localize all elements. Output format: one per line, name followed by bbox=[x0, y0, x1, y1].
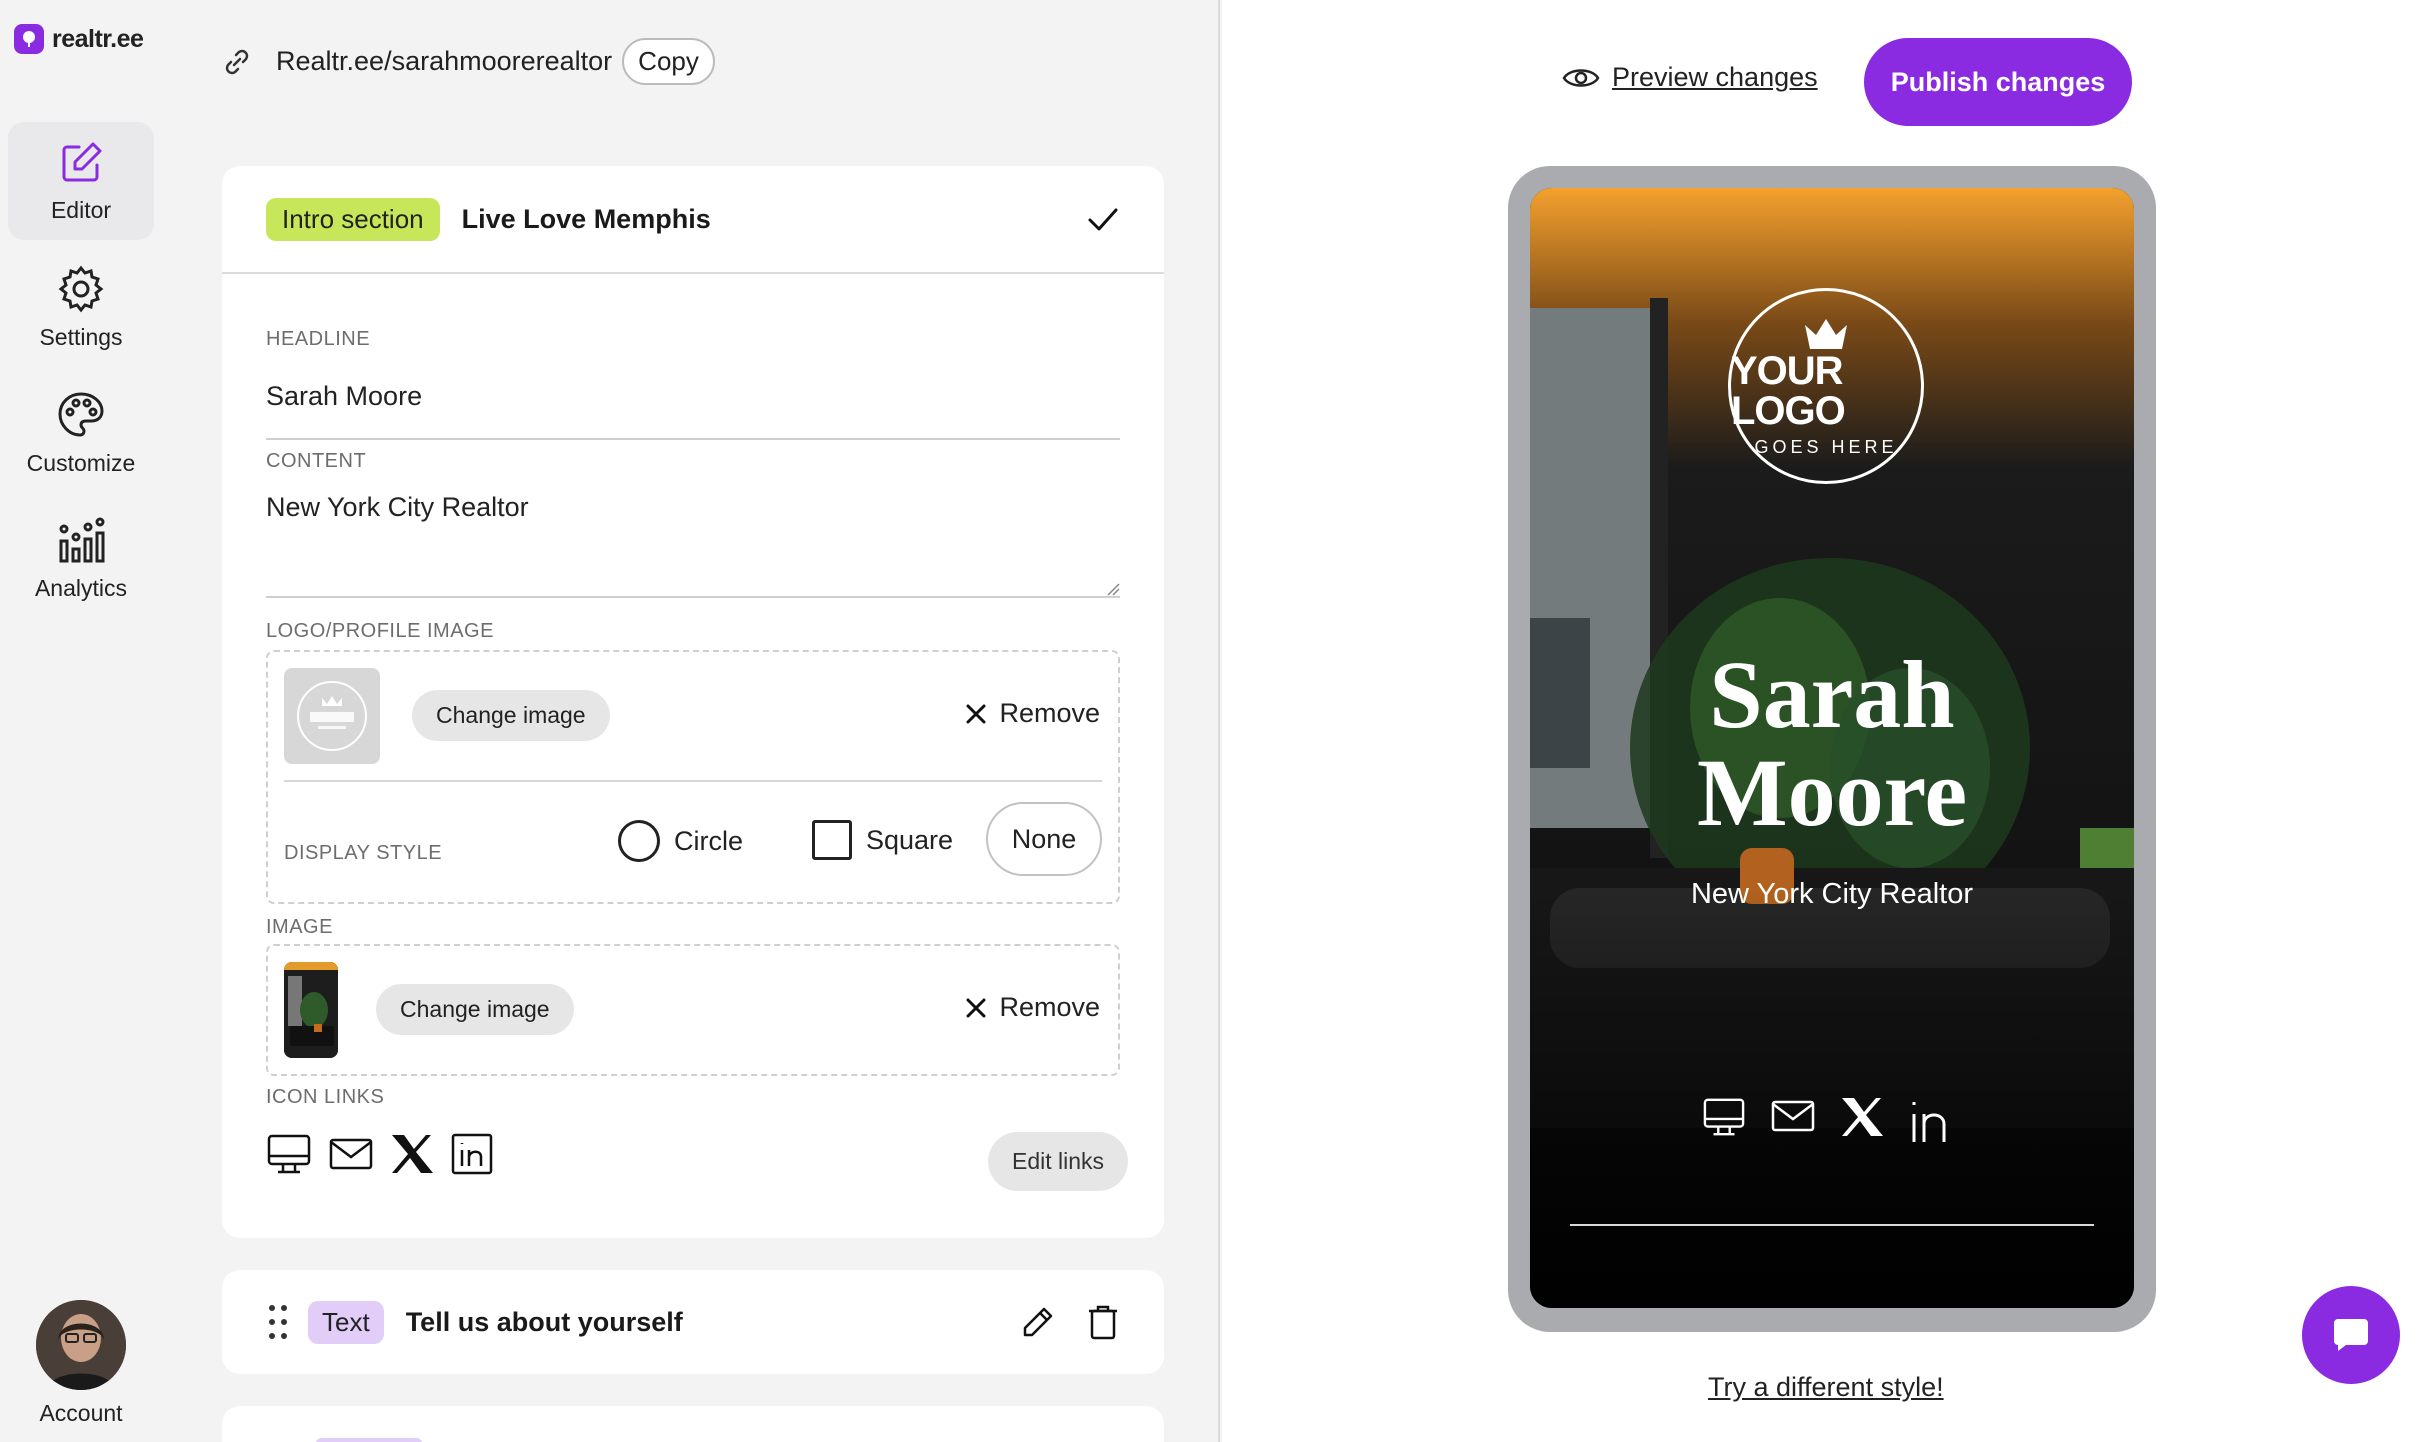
square-label: Square bbox=[866, 824, 954, 855]
link-icon bbox=[225, 49, 249, 74]
preview-changes-label: Preview changes bbox=[1612, 62, 1818, 92]
mail-icon[interactable] bbox=[328, 1134, 374, 1174]
logo-subtext: GOES HERE bbox=[1754, 436, 1898, 457]
display-style-label: DISPLAY STYLE bbox=[284, 842, 443, 864]
monitor-icon[interactable] bbox=[266, 1132, 312, 1176]
linkedin-icon[interactable] bbox=[450, 1132, 494, 1176]
next-section-card[interactable] bbox=[222, 1406, 1164, 1442]
sidebar: realtr.ee Editor Settings Customize Anal… bbox=[0, 0, 162, 1442]
logo-text: YOUR LOGO bbox=[1731, 348, 1846, 433]
nav-settings-label: Settings bbox=[39, 323, 123, 350]
brand-name: realtr.ee bbox=[52, 24, 144, 53]
square-radio[interactable] bbox=[812, 820, 852, 860]
trash-icon[interactable] bbox=[1086, 1303, 1120, 1341]
logo-profile-image-label: LOGO/PROFILE IMAGE bbox=[266, 620, 494, 642]
profile-logo: YOUR LOGO GOES HERE bbox=[1728, 288, 1924, 484]
try-different-style-link[interactable]: Try a different style! bbox=[1708, 1372, 1944, 1403]
preview-changes-link[interactable]: Preview changes bbox=[1562, 62, 1818, 93]
icon-links-row bbox=[266, 1132, 494, 1176]
edit-icon bbox=[62, 142, 102, 181]
remove-logo-label: Remove bbox=[999, 698, 1100, 728]
analytics-icon bbox=[59, 517, 105, 562]
image-thumbnail bbox=[284, 962, 338, 1058]
nav-editor-label: Editor bbox=[50, 196, 112, 223]
section-type-badge: Intro section bbox=[266, 197, 440, 241]
editor-panel: Realtr.ee/sarahmoorerealtor Copy Intro s… bbox=[162, 0, 1220, 1442]
display-style-circle-option[interactable]: Circle bbox=[618, 820, 743, 862]
display-style-none-button[interactable]: None bbox=[986, 802, 1102, 876]
account-label: Account bbox=[39, 1400, 123, 1426]
circle-radio[interactable] bbox=[618, 820, 660, 862]
change-image-button[interactable]: Change image bbox=[376, 984, 574, 1035]
preview-panel: Preview changes Publish changes YOUR LOG… bbox=[1222, 0, 2432, 1442]
crown-icon bbox=[1805, 318, 1847, 349]
content-textarea[interactable]: New York City Realtor bbox=[266, 492, 1120, 598]
divider bbox=[1570, 1224, 2094, 1226]
phone-screen: YOUR LOGO GOES HERE Sarah Moore New York… bbox=[1530, 188, 2134, 1308]
nav-settings[interactable]: Settings bbox=[8, 248, 154, 366]
gear-icon bbox=[58, 265, 104, 312]
logo-image-box: Change image Remove DISPLAY STYLE Circle… bbox=[266, 650, 1120, 904]
profile-subtitle: New York City Realtor bbox=[1690, 878, 1974, 910]
image-label: IMAGE bbox=[266, 916, 333, 938]
section-type-badge bbox=[316, 1438, 422, 1442]
remove-image-button[interactable]: Remove bbox=[965, 992, 1100, 1023]
mail-icon[interactable] bbox=[1770, 1096, 1816, 1136]
section-title: Live Love Memphis bbox=[461, 203, 711, 234]
nav-editor[interactable]: Editor bbox=[8, 122, 154, 240]
intro-section-header[interactable]: Intro section Live Love Memphis bbox=[222, 166, 1164, 274]
profile-icon-links bbox=[1530, 1096, 2134, 1146]
icon-links-label: ICON LINKS bbox=[266, 1086, 385, 1108]
monitor-icon[interactable] bbox=[1702, 1096, 1746, 1138]
section-actions bbox=[1020, 1303, 1120, 1341]
remove-logo-button[interactable]: Remove bbox=[965, 698, 1100, 729]
tree-icon bbox=[14, 24, 44, 54]
x-icon[interactable] bbox=[1840, 1096, 1884, 1138]
intro-section-card: Intro section Live Love Memphis HEADLINE… bbox=[222, 166, 1164, 1238]
nav-analytics[interactable]: Analytics bbox=[8, 500, 154, 618]
chat-icon bbox=[2334, 1319, 2368, 1351]
avatar bbox=[36, 1300, 126, 1390]
phone-preview: YOUR LOGO GOES HERE Sarah Moore New York… bbox=[1508, 166, 2156, 1332]
nav-customize-label: Customize bbox=[26, 449, 136, 476]
x-icon[interactable] bbox=[390, 1133, 434, 1175]
section-type-badge: Text bbox=[308, 1300, 384, 1344]
url-text[interactable]: Realtr.ee/sarahmoorerealtor bbox=[276, 46, 612, 77]
text-section-card[interactable]: Text Tell us about yourself bbox=[222, 1270, 1164, 1374]
profile-name: Sarah Moore bbox=[1530, 646, 2134, 842]
publish-changes-button[interactable]: Publish changes bbox=[1864, 38, 2132, 126]
display-style-square-option[interactable]: Square bbox=[812, 820, 953, 860]
nav-analytics-label: Analytics bbox=[34, 574, 128, 601]
image-box: Change image Remove bbox=[266, 944, 1120, 1076]
divider bbox=[284, 780, 1102, 782]
resize-grip-icon[interactable] bbox=[1106, 582, 1120, 596]
edit-links-button[interactable]: Edit links bbox=[988, 1132, 1129, 1191]
account-menu[interactable]: Account bbox=[0, 1300, 162, 1427]
remove-image-label: Remove bbox=[999, 992, 1100, 1022]
profile-name-first: Sarah bbox=[1709, 641, 1955, 748]
close-icon bbox=[966, 704, 986, 723]
chat-button[interactable] bbox=[2302, 1286, 2400, 1384]
nav-customize[interactable]: Customize bbox=[8, 374, 154, 492]
headline-input[interactable] bbox=[266, 366, 1120, 440]
change-logo-button[interactable]: Change image bbox=[412, 690, 610, 741]
profile-name-last: Moore bbox=[1696, 739, 1968, 846]
copy-button[interactable]: Copy bbox=[622, 38, 715, 85]
drag-handle-icon[interactable] bbox=[266, 1302, 290, 1342]
palette-icon bbox=[58, 391, 104, 437]
check-icon[interactable] bbox=[1086, 202, 1120, 236]
circle-label: Circle bbox=[674, 825, 744, 856]
section-title: Tell us about yourself bbox=[405, 1306, 683, 1337]
content-label: CONTENT bbox=[266, 450, 367, 472]
pencil-icon[interactable] bbox=[1020, 1304, 1056, 1340]
headline-label: HEADLINE bbox=[266, 328, 371, 350]
linkedin-icon[interactable] bbox=[1908, 1096, 1962, 1146]
url-bar: Realtr.ee/sarahmoorerealtor Copy bbox=[222, 38, 715, 85]
brand-logo[interactable]: realtr.ee bbox=[14, 24, 144, 54]
close-icon bbox=[966, 998, 986, 1017]
eye-icon bbox=[1562, 68, 1600, 87]
logo-thumbnail bbox=[284, 668, 380, 764]
